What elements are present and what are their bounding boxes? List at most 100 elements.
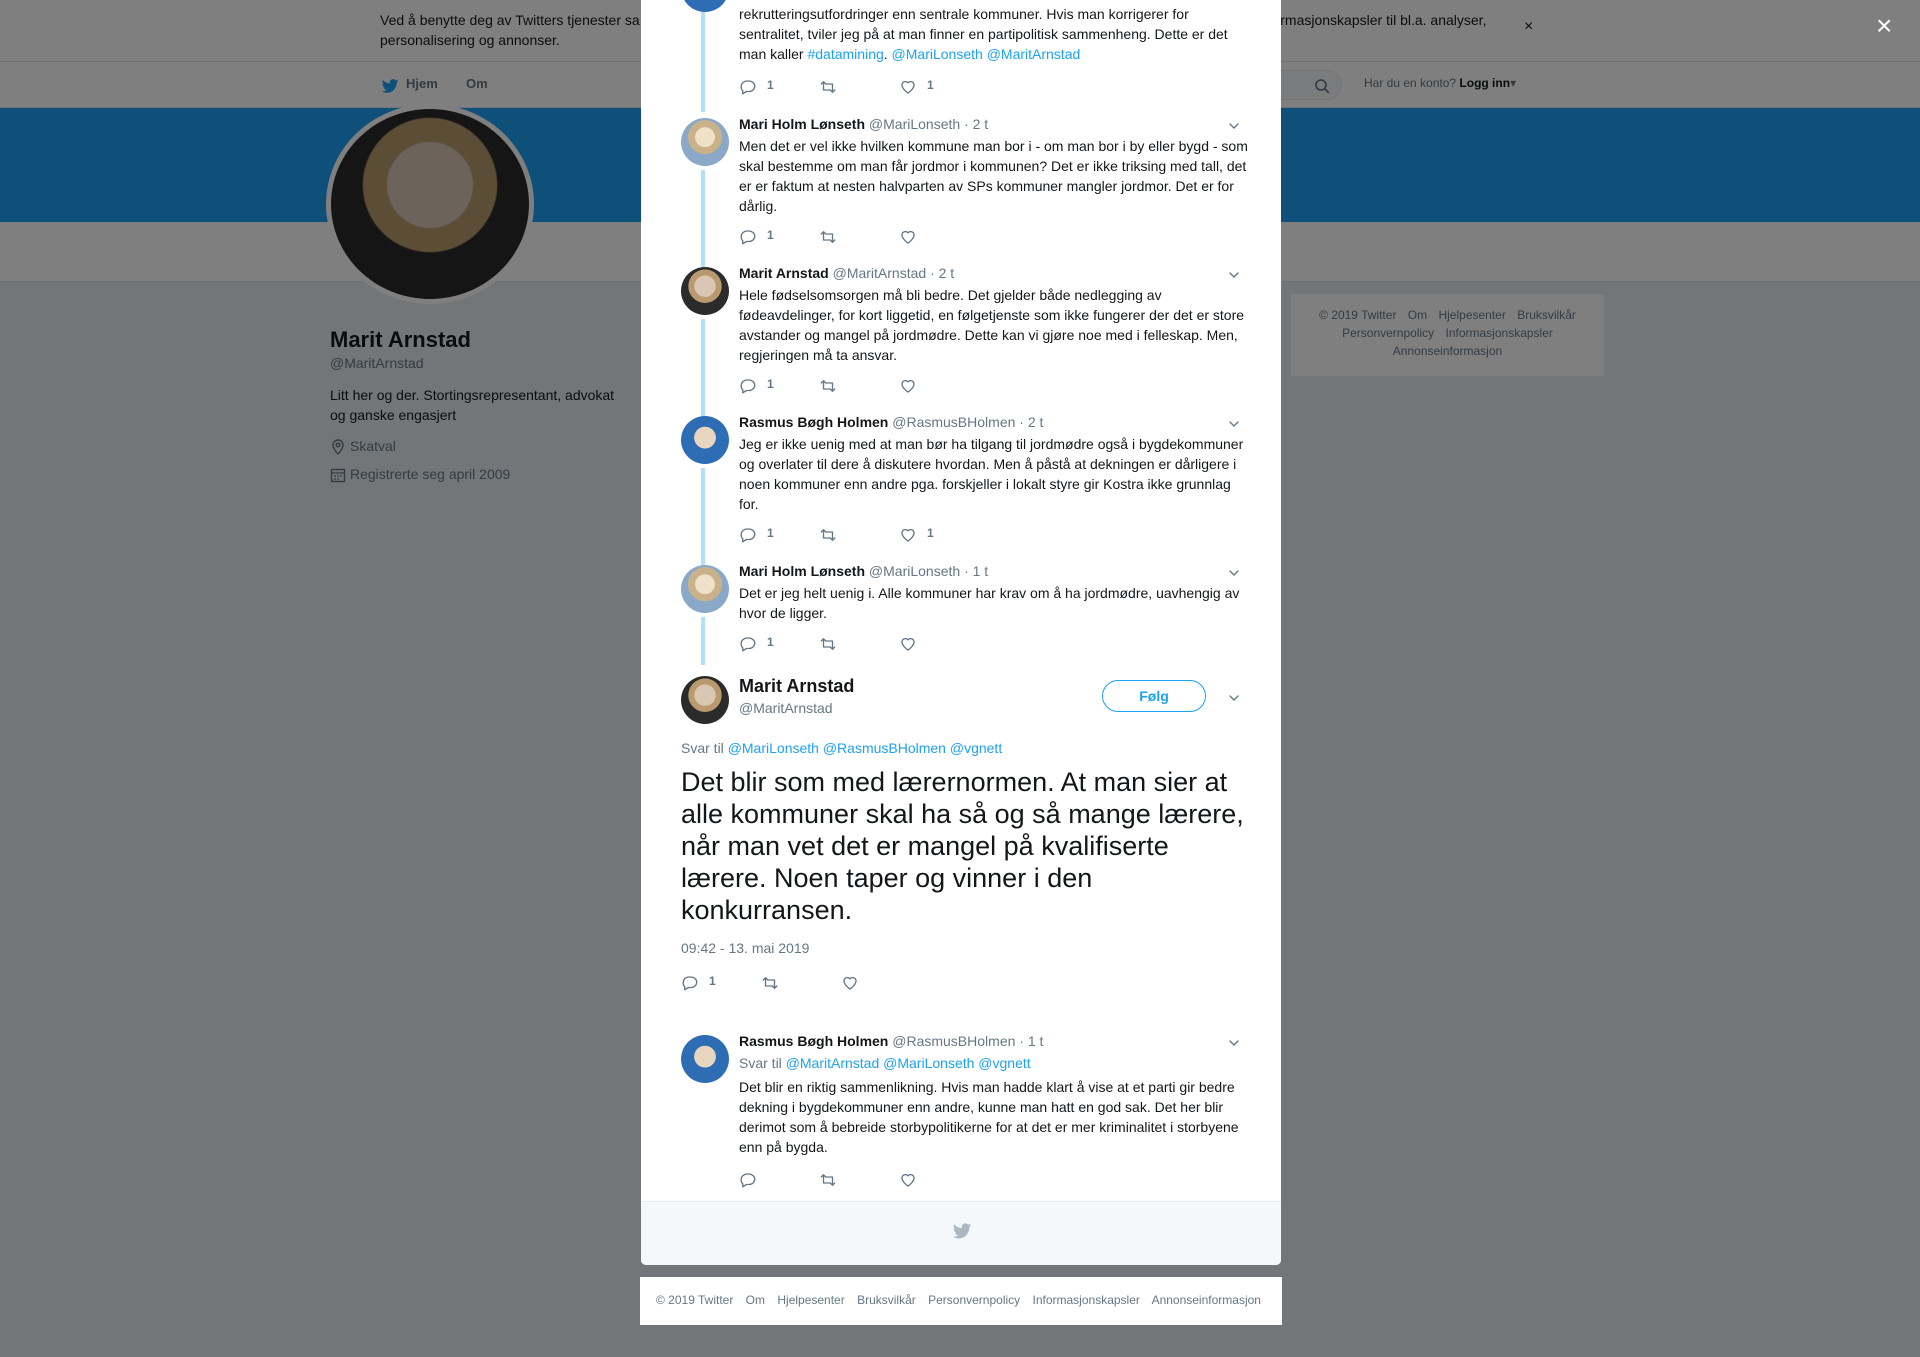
thread-line: [701, 617, 705, 665]
retweet-button[interactable]: [819, 78, 837, 96]
retweet-icon: [819, 78, 837, 96]
footer-link[interactable]: Personvernpolicy: [928, 1293, 1020, 1307]
reply-button[interactable]: 1: [681, 974, 716, 992]
modal-footer: [641, 1201, 1281, 1265]
tweet-header: Mari Holm Lønseth @MariLonseth · 2 t: [739, 116, 988, 132]
author-name[interactable]: Rasmus Bøgh Holmen: [739, 414, 888, 430]
footer-link[interactable]: © 2019 Twitter: [656, 1293, 733, 1307]
retweet-icon: [819, 1171, 837, 1189]
avatar[interactable]: [681, 118, 729, 166]
retweet-icon: [819, 377, 837, 395]
tweet-time[interactable]: · 2 t: [930, 265, 954, 281]
follow-button[interactable]: Følg: [1102, 680, 1206, 712]
tweet-header: Rasmus Bøgh Holmen @RasmusBHolmen · 1 t: [739, 1033, 1043, 1049]
author-name[interactable]: Mari Holm Lønseth: [739, 563, 865, 579]
retweet-icon: [819, 228, 837, 246]
chevron-down-icon[interactable]: [1226, 565, 1242, 581]
like-button[interactable]: [899, 377, 927, 395]
tweet-actions: 1: [739, 228, 1039, 248]
heart-icon: [899, 526, 917, 544]
tweet-time[interactable]: · 1 t: [1019, 1033, 1043, 1049]
reply-icon: [739, 1171, 757, 1189]
footer-link[interactable]: Bruksvilkår: [857, 1293, 916, 1307]
footer-link[interactable]: Annonseinformasjon: [1152, 1293, 1261, 1307]
avatar[interactable]: [681, 676, 729, 724]
author-handle[interactable]: @MariLonseth: [869, 563, 960, 579]
chevron-down-icon[interactable]: [1226, 690, 1242, 706]
reply-icon: [681, 974, 699, 992]
avatar[interactable]: [681, 1035, 729, 1083]
author-name[interactable]: Rasmus Bøgh Holmen: [739, 1033, 888, 1049]
footer-link[interactable]: Om: [746, 1293, 765, 1307]
tweet-text: rekrutteringsutfordringer enn sentrale k…: [739, 6, 1228, 62]
tweet-header: Rasmus Bøgh Holmen @RasmusBHolmen · 2 t: [739, 414, 1043, 430]
reply-button[interactable]: 1: [739, 526, 774, 544]
close-icon[interactable]: ×: [1876, 12, 1892, 40]
reply-button[interactable]: [739, 1171, 757, 1189]
like-button[interactable]: 1: [899, 526, 934, 544]
like-button[interactable]: [841, 974, 859, 992]
avatar[interactable]: [681, 416, 729, 464]
thread-line: [701, 468, 705, 566]
author-handle[interactable]: @MaritArnstad: [739, 700, 833, 716]
mention-links[interactable]: @MariLonseth @MaritArnstad: [892, 46, 1081, 62]
reply-button[interactable]: 1: [739, 228, 774, 246]
reply-icon: [739, 228, 757, 246]
author-handle[interactable]: @RasmusBHolmen: [892, 414, 1015, 430]
avatar[interactable]: [681, 267, 729, 315]
author-handle[interactable]: @MaritArnstad: [833, 265, 927, 281]
chevron-down-icon[interactable]: [1226, 416, 1242, 432]
retweet-button[interactable]: [819, 635, 837, 653]
heart-icon: [841, 974, 859, 992]
chevron-down-icon[interactable]: [1226, 118, 1242, 134]
author-name[interactable]: Marit Arnstad: [739, 676, 854, 697]
like-button[interactable]: [899, 1171, 917, 1189]
author-handle[interactable]: @RasmusBHolmen: [892, 1033, 1015, 1049]
thread-line: [701, 0, 705, 112]
twitter-bird-icon: [951, 1220, 973, 1242]
avatar[interactable]: [681, 565, 729, 613]
heart-icon: [899, 78, 917, 96]
retweet-button[interactable]: [761, 974, 779, 992]
author-name[interactable]: Mari Holm Lønseth: [739, 116, 865, 132]
tweet-time[interactable]: · 1 t: [964, 563, 988, 579]
retweet-button[interactable]: [819, 228, 837, 246]
tweet-time[interactable]: · 2 t: [1019, 414, 1043, 430]
tweet-actions: 1 1: [739, 78, 1039, 98]
tweet-date[interactable]: 09:42 - 13. mai 2019: [681, 940, 809, 956]
footer-link[interactable]: Informasjonskapsler: [1033, 1293, 1140, 1307]
thread-line: [701, 319, 705, 417]
heart-icon: [899, 1171, 917, 1189]
mention-links[interactable]: @MariLonseth @RasmusBHolmen @vgnett: [728, 740, 1003, 756]
reply-button[interactable]: 1: [739, 377, 774, 395]
tweet-time[interactable]: · 2 t: [964, 116, 988, 132]
avatar[interactable]: [681, 0, 729, 12]
reply-icon: [739, 78, 757, 96]
hashtag-link[interactable]: #datamining: [807, 46, 883, 62]
retweet-button[interactable]: [819, 377, 837, 395]
reply-to: Svar til @MaritArnstad @MariLonseth @vgn…: [739, 1055, 1031, 1071]
author-handle[interactable]: @MariLonseth: [869, 116, 960, 132]
heart-icon: [899, 228, 917, 246]
reply-button[interactable]: 1: [739, 635, 774, 653]
like-button[interactable]: 1: [899, 78, 934, 96]
author-name[interactable]: Marit Arnstad: [739, 265, 829, 281]
retweet-button[interactable]: [819, 526, 837, 544]
like-button[interactable]: [899, 228, 927, 246]
like-button[interactable]: [899, 635, 927, 653]
reply-icon: [739, 635, 757, 653]
mention-links[interactable]: @MaritArnstad @MariLonseth @vgnett: [786, 1055, 1031, 1071]
retweet-icon: [761, 974, 779, 992]
retweet-button[interactable]: [819, 1171, 837, 1189]
tweet-actions: 1: [739, 635, 1039, 655]
tweet-text: Hele fødselsomsorgen må bli bedre. Det g…: [739, 287, 1245, 363]
retweet-icon: [819, 635, 837, 653]
heart-icon: [899, 635, 917, 653]
tweet-header: Marit Arnstad @MaritArnstad · 2 t: [739, 265, 954, 281]
footer-link[interactable]: Hjelpesenter: [777, 1293, 844, 1307]
reply-button[interactable]: 1: [739, 78, 774, 96]
chevron-down-icon[interactable]: [1226, 267, 1242, 283]
retweet-icon: [819, 526, 837, 544]
chevron-down-icon[interactable]: [1226, 1035, 1242, 1051]
thread-line: [701, 170, 705, 268]
